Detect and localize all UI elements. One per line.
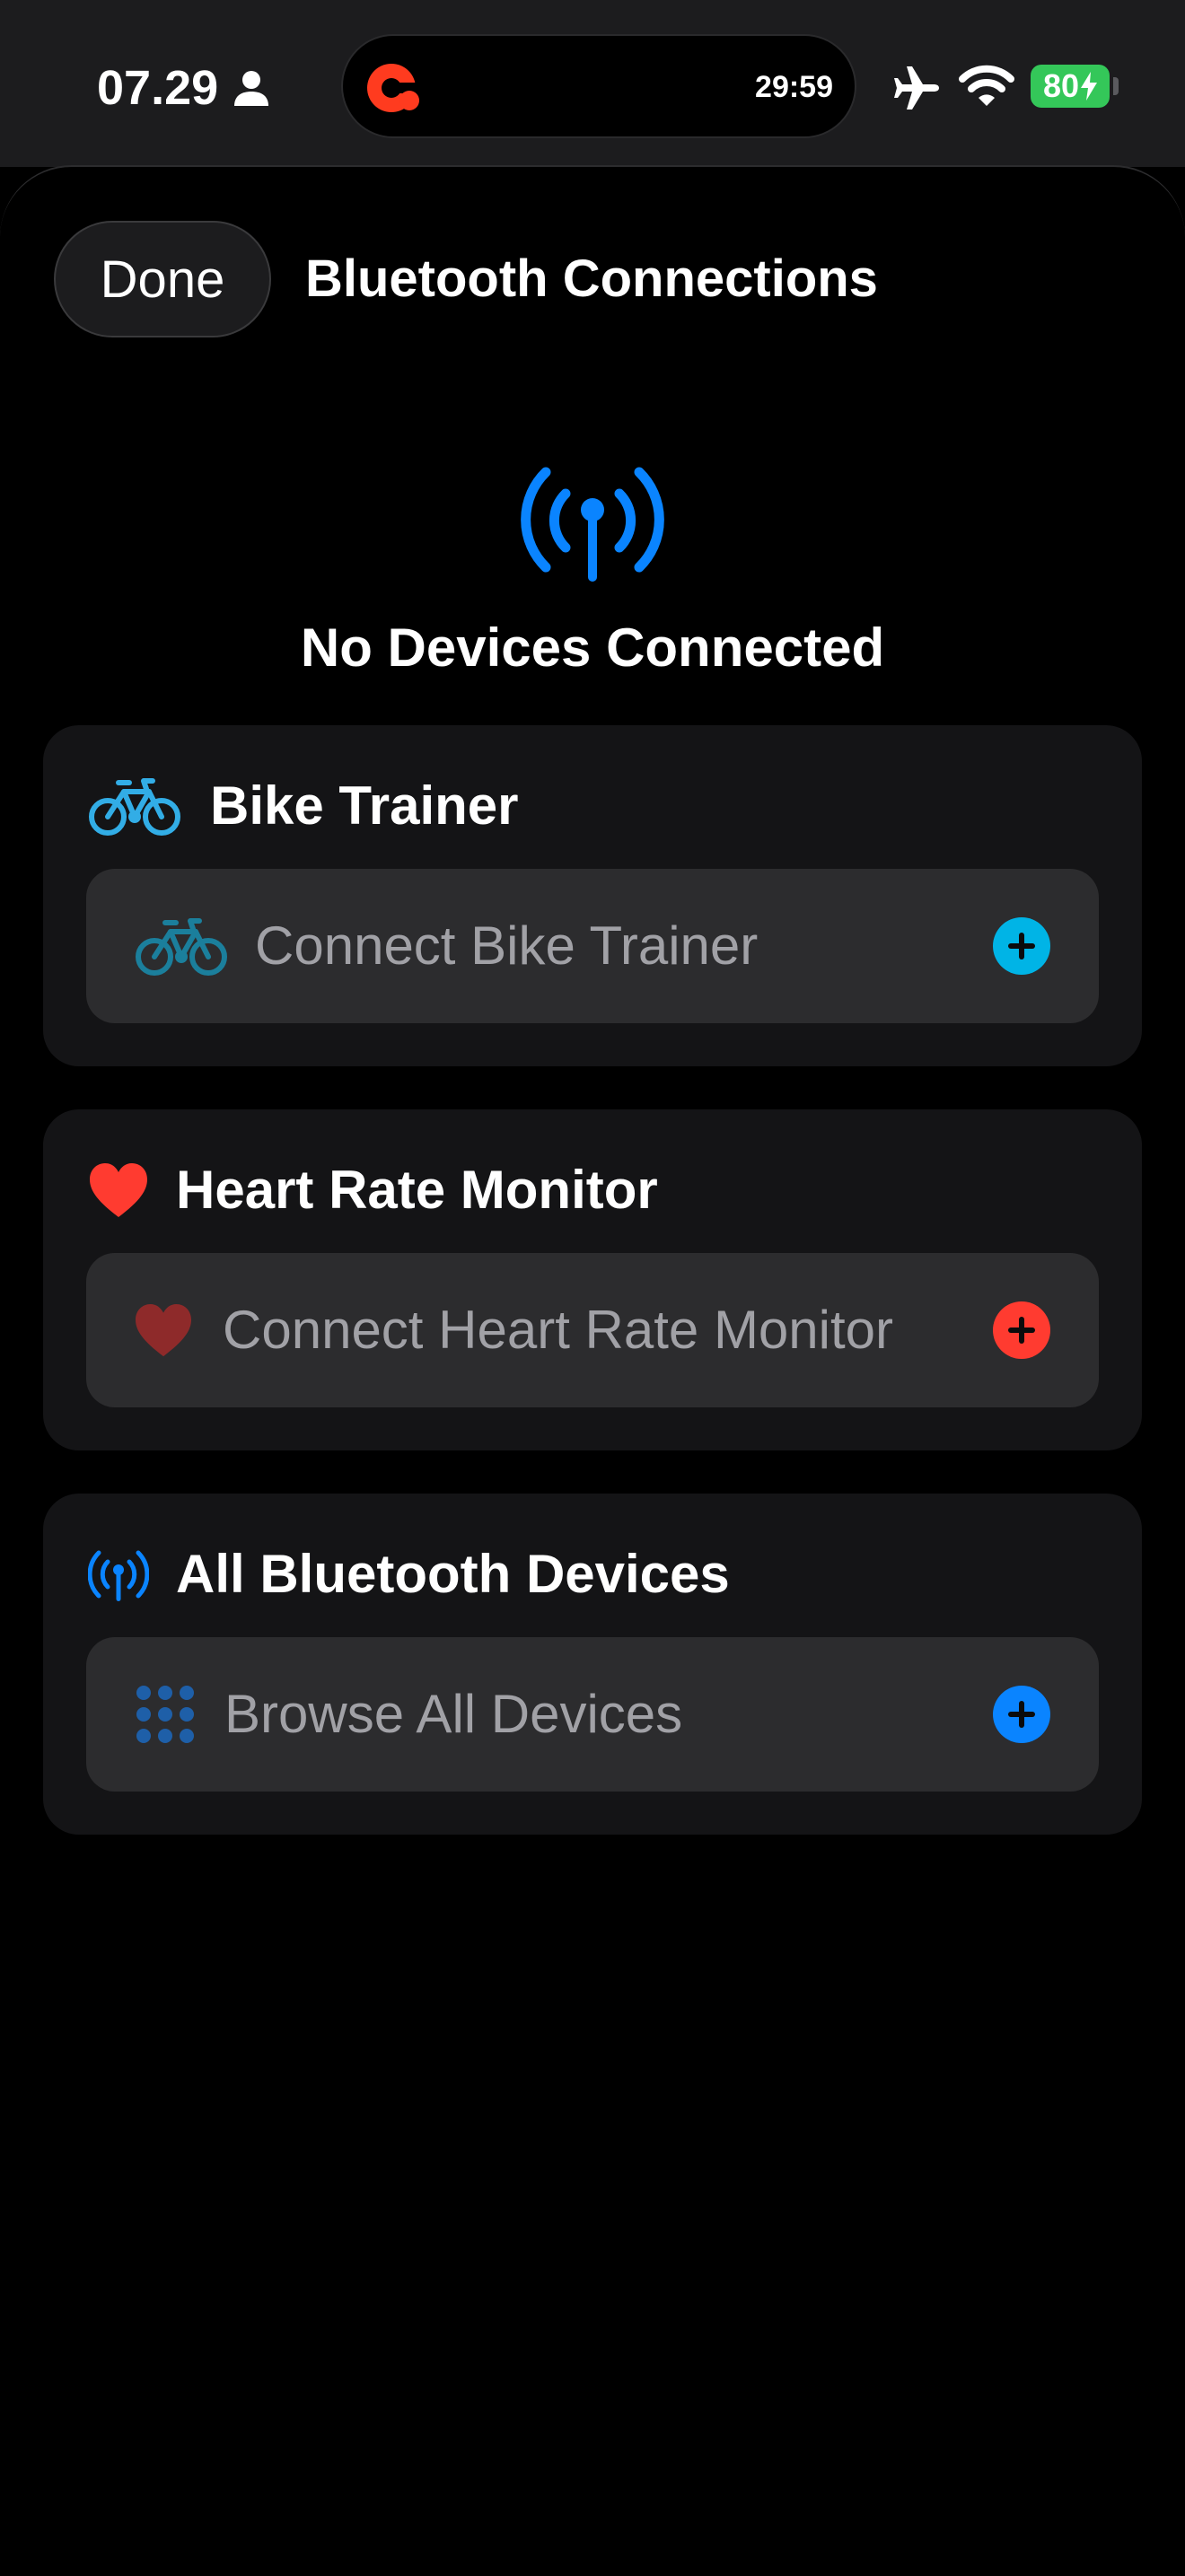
wifi-icon — [959, 65, 1014, 106]
card-title: Bike Trainer — [210, 775, 519, 836]
battery-cap — [1113, 77, 1119, 95]
person-fill-icon — [234, 71, 268, 106]
antenna-radiowaves-icon — [521, 467, 664, 582]
card-header: Heart Rate Monitor — [88, 1147, 658, 1233]
row-label: Browse All Devices — [224, 1684, 683, 1744]
heart-icon — [90, 1163, 147, 1217]
no-devices-title: No Devices Connected — [300, 618, 885, 678]
antenna-radiowaves-icon — [88, 1550, 149, 1601]
grid-dots-icon — [136, 1686, 194, 1743]
plus-circle-icon[interactable] — [993, 917, 1050, 975]
heart-icon — [136, 1303, 191, 1357]
row-label: Connect Heart Rate Monitor — [223, 1300, 894, 1360]
card-header: Bike Trainer — [88, 763, 519, 849]
battery-indicator: 80 — [1031, 65, 1110, 108]
battery-level: 80 — [1042, 67, 1080, 104]
connect-heart-rate-monitor-row[interactable]: Connect Heart Rate Monitor — [86, 1253, 1099, 1407]
status-time: 07.29 — [97, 61, 219, 115]
bicycle-icon — [89, 778, 180, 836]
connect-bike-trainer-row[interactable]: Connect Bike Trainer — [86, 869, 1099, 1023]
plus-circle-icon[interactable] — [993, 1686, 1050, 1743]
card-header: All Bluetooth Devices — [88, 1531, 730, 1617]
heart-rate-monitor-card: Heart Rate Monitor Connect Heart Rate Mo… — [43, 1109, 1142, 1450]
card-title: All Bluetooth Devices — [176, 1544, 730, 1604]
dynamic-island[interactable]: 29:59 — [341, 34, 856, 138]
done-button[interactable]: Done — [54, 221, 271, 337]
status-bar: 07.29 29:59 80 — [0, 0, 1185, 167]
plus-circle-icon[interactable] — [993, 1301, 1050, 1359]
live-activity-timer: 29:59 — [755, 70, 833, 104]
charging-bolt-icon — [1081, 72, 1098, 101]
bicycle-icon — [136, 918, 227, 976]
card-title: Heart Rate Monitor — [176, 1160, 658, 1220]
airplane-icon — [894, 66, 939, 110]
page-title: Bluetooth Connections — [305, 250, 878, 308]
row-label: Connect Bike Trainer — [255, 916, 759, 976]
bike-trainer-card: Bike Trainer Connect Bike Trainer — [43, 725, 1142, 1066]
all-bluetooth-devices-card: All Bluetooth Devices Browse All Devices — [43, 1494, 1142, 1835]
app-logo-icon — [367, 64, 419, 112]
browse-all-devices-row[interactable]: Browse All Devices — [86, 1637, 1099, 1792]
